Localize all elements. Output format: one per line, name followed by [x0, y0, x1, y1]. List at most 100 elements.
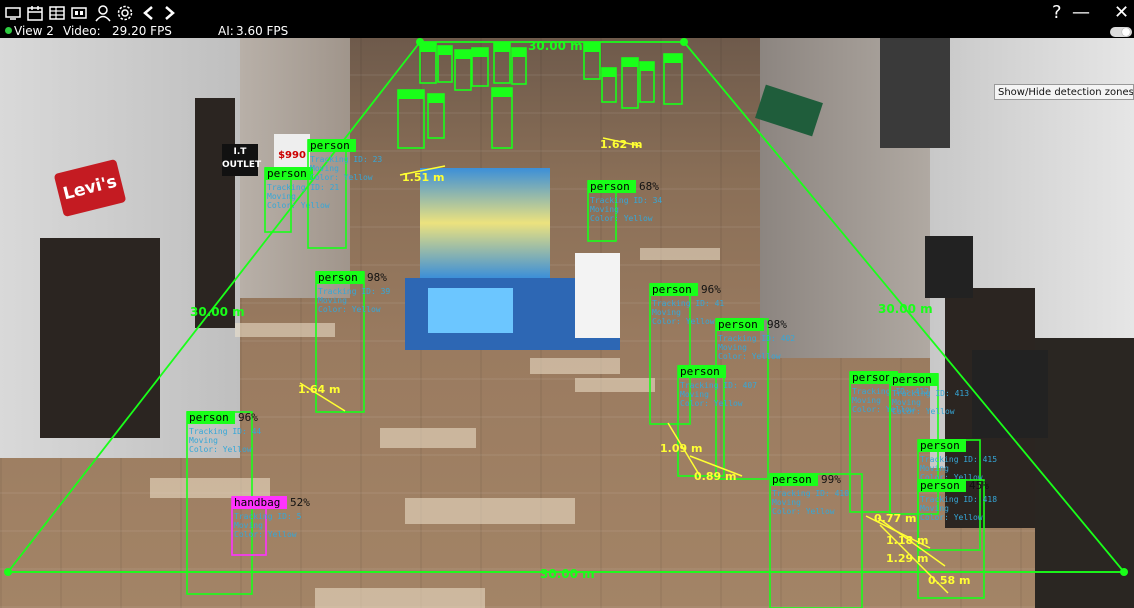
tracking-info: Tracking ID: 418	[920, 495, 997, 504]
detection-confidence: 98%	[367, 271, 387, 284]
distance-label: 1.18 m	[886, 534, 928, 547]
calendar-icon[interactable]	[26, 4, 44, 22]
tracking-info: Moving	[318, 296, 347, 305]
tracking-info: Color: Yellow	[772, 507, 835, 516]
forward-icon[interactable]	[160, 4, 178, 22]
tracking-info: Moving	[920, 504, 949, 513]
detection-confidence: 45%	[969, 479, 989, 492]
ai-fps-label: AI:	[218, 24, 234, 38]
handbag-detection[interactable]: handbag 52% Tracking ID: 5MovingColor: Yel…	[231, 496, 310, 556]
ai-fps-value: 3.60 FPS	[236, 24, 289, 38]
detection-zone	[6, 41, 1126, 573]
tracking-info: Color: Yellow	[920, 513, 983, 522]
tracking-info: Tracking ID: 34	[590, 196, 662, 205]
distance-label: 1.51 m	[402, 171, 444, 184]
label-background	[420, 43, 436, 52]
zone-vertex[interactable]	[1120, 568, 1128, 576]
tracking-info: Moving	[852, 396, 881, 405]
detection-class-label: person	[718, 318, 758, 331]
detection-confidence: 96%	[238, 411, 258, 424]
distance-label: 1.62 m	[600, 138, 642, 151]
detection-class-label: person	[189, 411, 229, 424]
tracking-info: Moving	[920, 464, 949, 473]
tracking-info: Moving	[680, 390, 709, 399]
person-detection[interactable]: person 68% Tracking ID: 34MovingColor: Yel…	[587, 180, 662, 242]
view-label[interactable]: View 2	[14, 24, 54, 38]
tracking-info: Moving	[189, 436, 218, 445]
video-fps-value: 29.20 FPS	[112, 24, 172, 38]
zone-label-right: 30.00 m	[878, 302, 933, 316]
person-detection[interactable]: person Tracking ID: 23MovingColor: Yellow	[307, 139, 382, 249]
film-icon[interactable]	[70, 4, 88, 22]
label-background	[455, 50, 471, 59]
distance-label: 0.77 m	[874, 512, 916, 525]
label-background	[472, 48, 488, 57]
detection-class-label: person	[920, 439, 960, 452]
tracking-info: Tracking ID: 39	[318, 287, 390, 296]
zone-vertex[interactable]	[4, 568, 12, 576]
detection-class-label: person	[772, 473, 812, 486]
detection-confidence: 52%	[290, 496, 310, 509]
zone-label-bottom: 30.00 m	[540, 567, 595, 581]
minimize-button[interactable]: —	[1072, 2, 1090, 23]
tracking-info: Tracking ID: 23	[310, 155, 382, 164]
grid-icon[interactable]	[48, 4, 66, 22]
detection-class-label: person	[852, 371, 892, 384]
status-dot	[5, 27, 12, 34]
detection-class-label: person	[590, 180, 630, 193]
detection-class-label: handbag	[234, 496, 280, 509]
tracking-info: Tracking ID: 410	[772, 489, 849, 498]
distance-label: 1.09 m	[660, 442, 702, 455]
detection-class-label: person	[680, 365, 720, 378]
person-detection[interactable]: person 99% Tracking ID: 410MovingColor: Ye…	[769, 473, 863, 608]
distance-label: 0.89 m	[694, 470, 736, 483]
zone-vertex[interactable]	[680, 38, 688, 46]
tracking-info: Color: Yellow	[718, 352, 781, 361]
detection-confidence: 96%	[701, 283, 721, 296]
distance-label: 1.64 m	[298, 383, 340, 396]
detection-class-label: person	[267, 167, 307, 180]
label-background	[622, 58, 638, 67]
tracking-info: Color: Yellow	[189, 445, 252, 454]
tracking-info: Moving	[652, 308, 681, 317]
tracking-info: Moving	[892, 398, 921, 407]
detection-zone-toggle[interactable]	[1110, 27, 1132, 37]
toolbar: View 2 Video: 29.20 FPS AI: 3.60 FPS ? —…	[0, 0, 1134, 38]
tracking-info: Tracking ID: 41	[652, 299, 724, 308]
tracking-info: Moving	[772, 498, 801, 507]
monitor-icon[interactable]	[4, 4, 22, 22]
detection-class-label: person	[318, 271, 358, 284]
close-button[interactable]: ✕	[1114, 2, 1129, 23]
help-button[interactable]: ?	[1052, 2, 1062, 23]
tracking-info: Color: Yellow	[590, 214, 653, 223]
label-background	[492, 88, 512, 97]
detection-boxes: person 68%Tracking ID: 34MovingColor: Yel…	[186, 139, 997, 608]
tracking-info: Color: Yellow	[310, 173, 373, 182]
user-icon[interactable]	[94, 4, 112, 22]
label-background	[512, 48, 526, 57]
label-background	[602, 68, 616, 77]
tracking-info: Color: Yellow	[680, 399, 743, 408]
tracking-info: Color: Yellow	[318, 305, 381, 314]
label-background	[584, 43, 600, 52]
detection-class-label: person	[920, 479, 960, 492]
detection-confidence: 99%	[821, 473, 841, 486]
tracking-info: Color: Yellow	[892, 407, 955, 416]
tracking-info: Moving	[234, 521, 263, 530]
tracking-info: Color: Yellow	[652, 317, 715, 326]
detection-zones-tooltip: Show/Hide detection zones	[994, 84, 1134, 100]
video-fps-label: Video:	[63, 24, 101, 38]
detection-class-label: person	[310, 139, 350, 152]
detection-class-label: person	[652, 283, 692, 296]
tracking-info: Moving	[590, 205, 619, 214]
tracking-info: Color: Yellow	[234, 530, 297, 539]
tracking-info: Tracking ID: 44	[189, 427, 261, 436]
video-frame[interactable]: Levi's I.T OUTLET $990 30.00 m 30.00 m 3…	[0, 38, 1134, 608]
back-icon[interactable]	[140, 4, 158, 22]
detection-confidence: 68%	[639, 180, 659, 193]
tracking-info: Color: Yellow	[267, 201, 330, 210]
detection-confidence: 98%	[767, 318, 787, 331]
tracking-info: Tracking ID: 415	[920, 455, 997, 464]
distance-label: 1.29 m	[886, 552, 928, 565]
gear-icon[interactable]	[116, 4, 134, 22]
